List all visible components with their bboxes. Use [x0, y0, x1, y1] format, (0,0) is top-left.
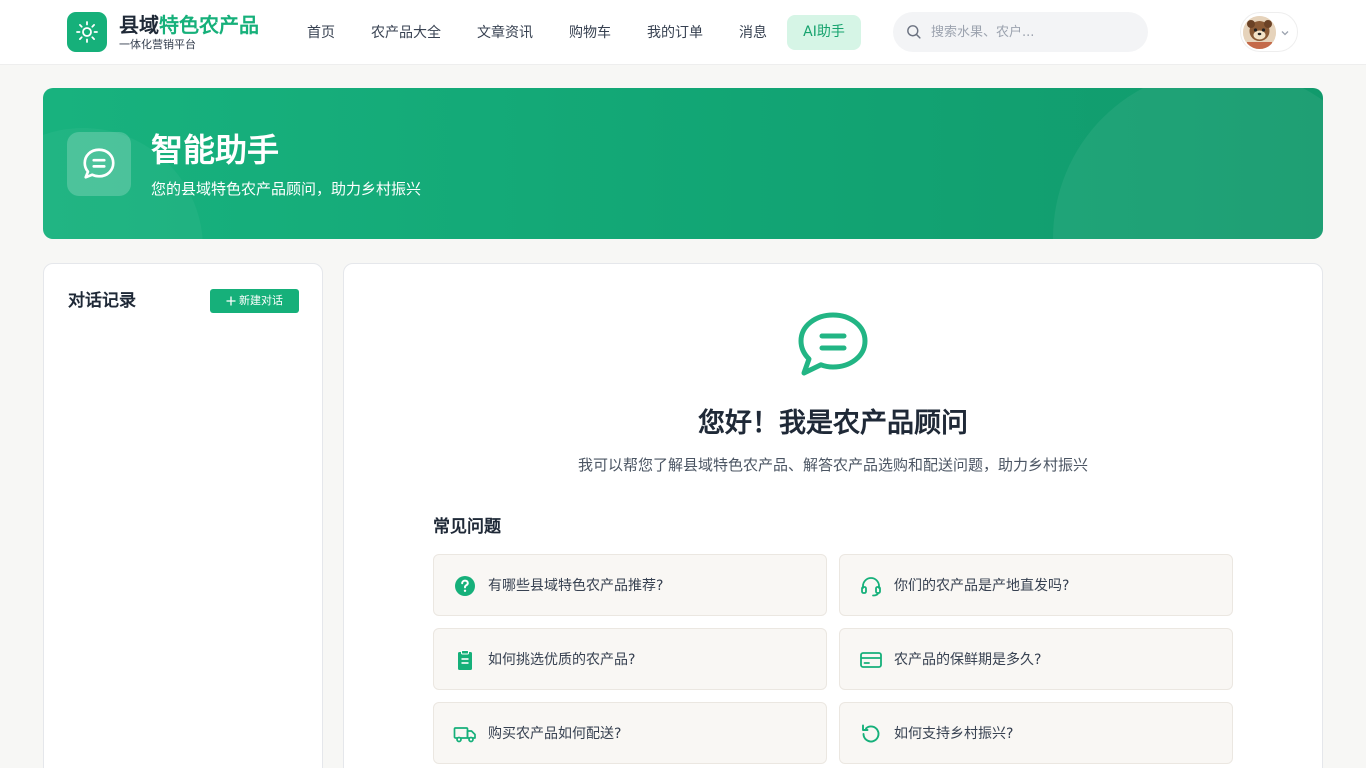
new-chat-button[interactable]: 新建对话 — [210, 289, 299, 313]
faq-text: 农产品的保鲜期是多久? — [894, 652, 1042, 668]
faq-text: 有哪些县域特色农产品推荐? — [488, 578, 664, 594]
chat-bubble-icon — [798, 312, 868, 376]
avatar[interactable] — [1243, 16, 1276, 49]
faq-text: 如何支持乡村振兴? — [894, 726, 1014, 742]
banner-icon-box — [67, 132, 131, 196]
faq-item-select-quality[interactable]: 如何挑选优质的农产品? — [433, 628, 827, 690]
page-title: 智能助手 — [151, 131, 280, 169]
nav-cart[interactable]: 购物车 — [569, 20, 611, 46]
search-box — [893, 12, 1148, 52]
faq-item-specialty-recommend[interactable]: 有哪些县域特色农产品推荐? — [433, 554, 827, 616]
search-input[interactable] — [931, 20, 1131, 44]
new-chat-label: 新建对话 — [239, 294, 283, 307]
faq-text: 购买农产品如何配送? — [488, 726, 622, 742]
nav-orders[interactable]: 我的订单 — [647, 20, 703, 46]
chat-bubble-icon — [83, 148, 115, 179]
conversation-history-panel: 对话记录 新建对话 — [43, 263, 323, 768]
faq-text: 你们的农产品是产地直发吗? — [894, 578, 1070, 594]
nav-products[interactable]: 农产品大全 — [371, 20, 441, 46]
user-menu[interactable] — [1240, 12, 1298, 52]
brand-title: 县域特色农产品 — [119, 12, 259, 38]
nav-home[interactable]: 首页 — [307, 20, 335, 46]
sun-icon — [76, 21, 98, 43]
question-circle-icon — [455, 576, 475, 596]
faq-item-delivery[interactable]: 购买农产品如何配送? — [433, 702, 827, 764]
nav-articles[interactable]: 文章资讯 — [477, 20, 533, 46]
faq-title: 常见问题 — [433, 517, 501, 537]
refresh-icon — [862, 724, 880, 743]
faq-text: 如何挑选优质的农产品? — [488, 652, 636, 668]
faq-item-origin-shipping[interactable]: 你们的农产品是产地直发吗? — [839, 554, 1233, 616]
brand-subtitle: 一体化营销平台 — [119, 38, 196, 51]
nav-messages[interactable]: 消息 — [739, 20, 767, 46]
search-icon[interactable] — [905, 23, 922, 40]
brand-title-accent: 特色农产品 — [159, 13, 259, 37]
banner-decoration — [1053, 88, 1323, 239]
logo[interactable] — [67, 12, 107, 52]
clipboard-icon — [458, 650, 472, 670]
conversation-history-title: 对话记录 — [68, 291, 136, 311]
chevron-down-icon — [1281, 31, 1289, 36]
credit-card-icon — [860, 652, 882, 668]
hero-banner: 智能助手 您的县域特色农产品顾问，助力乡村振兴 — [43, 88, 1323, 239]
avatar-image — [1243, 16, 1276, 49]
faq-item-shelf-life[interactable]: 农产品的保鲜期是多久? — [839, 628, 1233, 690]
greeting-heading: 您好！我是农产品顾问 — [698, 408, 968, 439]
truck-icon — [453, 727, 476, 743]
brand-title-main: 县域 — [119, 13, 159, 37]
nav-ai-assistant[interactable]: AI助手 — [787, 15, 861, 50]
plus-icon — [226, 296, 236, 306]
chat-main-panel: 您好！我是农产品顾问 我可以帮您了解县域特色农产品、解答农产品选购和配送问题，助… — [343, 263, 1323, 768]
page-subtitle: 您的县域特色农产品顾问，助力乡村振兴 — [151, 180, 422, 198]
faq-item-rural-revitalization[interactable]: 如何支持乡村振兴? — [839, 702, 1233, 764]
headset-icon — [861, 577, 881, 597]
top-header: 县域特色农产品 一体化营销平台 首页 农产品大全 文章资讯 购物车 我的订单 消… — [0, 0, 1366, 65]
greeting-description: 我可以帮您了解县域特色农产品、解答农产品选购和配送问题，助力乡村振兴 — [577, 456, 1088, 474]
